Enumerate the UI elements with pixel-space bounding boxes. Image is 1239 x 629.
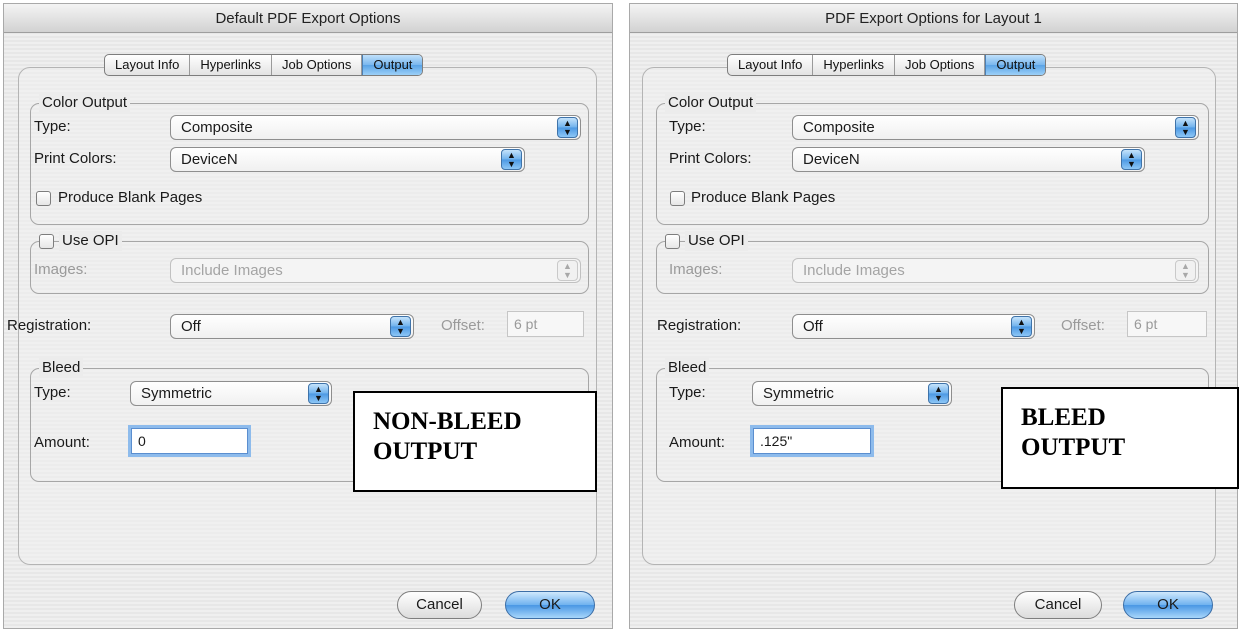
produce-blank-pages-label: Produce Blank Pages [58,189,203,206]
updown-arrows-icon: ▲ ▼ [1175,117,1196,138]
ok-button[interactable]: OK [505,591,595,619]
bleed-type-select[interactable]: Symmetric ▲ ▼ [130,381,332,406]
offset-label: Offset: [1061,317,1105,334]
tab-output[interactable]: Output [985,55,1046,75]
tab-job-options[interactable]: Job Options [895,55,986,75]
bleed-type-label: Type: [669,384,706,401]
bleed-type-value: Symmetric [763,385,834,402]
registration-select[interactable]: Off ▲ ▼ [792,314,1035,339]
updown-arrows-icon: ▲ ▼ [557,260,578,281]
color-output-legend: Color Output [665,93,757,113]
use-opi-label: Use OPI [685,231,748,251]
print-colors-select[interactable]: DeviceN ▲ ▼ [792,147,1145,172]
bleed-amount-field[interactable]: .125" [753,428,871,454]
use-opi-checkbox[interactable] [665,234,680,249]
print-colors-label: Print Colors: [669,150,752,167]
tab-bar: Layout Info Hyperlinks Job Options Outpu… [727,54,1047,76]
bleed-legend: Bleed [39,358,84,378]
updown-arrows-icon: ▲ ▼ [1175,260,1196,281]
color-output-legend: Color Output [39,93,131,113]
bleed-type-label: Type: [34,384,71,401]
updown-arrows-icon: ▲ ▼ [390,316,411,337]
non-bleed-annotation: NON-BLEED OUTPUT [353,391,597,492]
images-label: Images: [34,261,88,278]
registration-value: Off [803,318,823,335]
images-value: Include Images [803,262,905,279]
bleed-annotation: BLEED OUTPUT [1001,387,1239,489]
bleed-legend: Bleed [665,358,710,378]
updown-arrows-icon: ▲ ▼ [928,383,949,404]
images-value: Include Images [181,262,283,279]
annotation-line-2: OUTPUT [373,438,478,465]
tab-hyperlinks[interactable]: Hyperlinks [190,55,273,75]
images-label: Images: [669,261,723,278]
offset-field[interactable]: 6 pt [507,311,584,337]
offset-field[interactable]: 6 pt [1127,311,1207,337]
registration-select[interactable]: Off ▲ ▼ [170,314,414,339]
tab-bar: Layout Info Hyperlinks Job Options Outpu… [104,54,424,76]
images-select[interactable]: Include Images ▲ ▼ [792,258,1199,283]
color-type-value: Composite [803,119,875,136]
color-type-value: Composite [181,119,253,136]
images-select[interactable]: Include Images ▲ ▼ [170,258,581,283]
offset-label: Offset: [441,317,485,334]
cancel-button[interactable]: Cancel [1014,591,1102,619]
updown-arrows-icon: ▲ ▼ [1121,149,1142,170]
bleed-amount-label: Amount: [669,434,725,451]
color-type-select[interactable]: Composite ▲ ▼ [170,115,581,140]
bleed-amount-label: Amount: [34,434,90,451]
tab-job-options[interactable]: Job Options [272,55,363,75]
print-colors-select[interactable]: DeviceN ▲ ▼ [170,147,525,172]
pdf-export-dialog-layout-1: PDF Export Options for Layout 1 Layout I… [629,3,1239,629]
annotation-line-1: NON-BLEED [373,408,522,435]
produce-blank-pages-checkbox[interactable] [36,191,51,206]
use-opi-checkbox[interactable] [39,234,54,249]
updown-arrows-icon: ▲ ▼ [501,149,522,170]
bleed-type-value: Symmetric [141,385,212,402]
window-title: Default PDF Export Options [4,4,612,33]
ok-button[interactable]: OK [1123,591,1213,619]
updown-arrows-icon: ▲ ▼ [557,117,578,138]
pdf-export-dialog-default: Default PDF Export Options Layout Info H… [3,3,613,629]
updown-arrows-icon: ▲ ▼ [308,383,329,404]
color-type-select[interactable]: Composite ▲ ▼ [792,115,1199,140]
tab-layout-info[interactable]: Layout Info [105,55,191,75]
tab-layout-info[interactable]: Layout Info [728,55,814,75]
print-colors-value: DeviceN [181,151,238,168]
tab-hyperlinks[interactable]: Hyperlinks [813,55,896,75]
produce-blank-pages-label: Produce Blank Pages [691,189,836,206]
registration-value: Off [181,318,201,335]
annotation-line-1: BLEED [1021,404,1106,431]
print-colors-value: DeviceN [803,151,860,168]
color-type-label: Type: [669,118,706,135]
tab-output[interactable]: Output [362,55,423,75]
bleed-type-select[interactable]: Symmetric ▲ ▼ [752,381,952,406]
registration-label: Registration: [7,317,92,334]
annotation-line-2: OUTPUT [1021,434,1126,461]
registration-label: Registration: [657,317,742,334]
produce-blank-pages-checkbox[interactable] [670,191,685,206]
bleed-amount-field[interactable]: 0 [131,428,248,454]
use-opi-label: Use OPI [59,231,122,251]
print-colors-label: Print Colors: [34,150,117,167]
window-title: PDF Export Options for Layout 1 [630,4,1237,33]
updown-arrows-icon: ▲ ▼ [1011,316,1032,337]
cancel-button[interactable]: Cancel [397,591,482,619]
color-type-label: Type: [34,118,71,135]
